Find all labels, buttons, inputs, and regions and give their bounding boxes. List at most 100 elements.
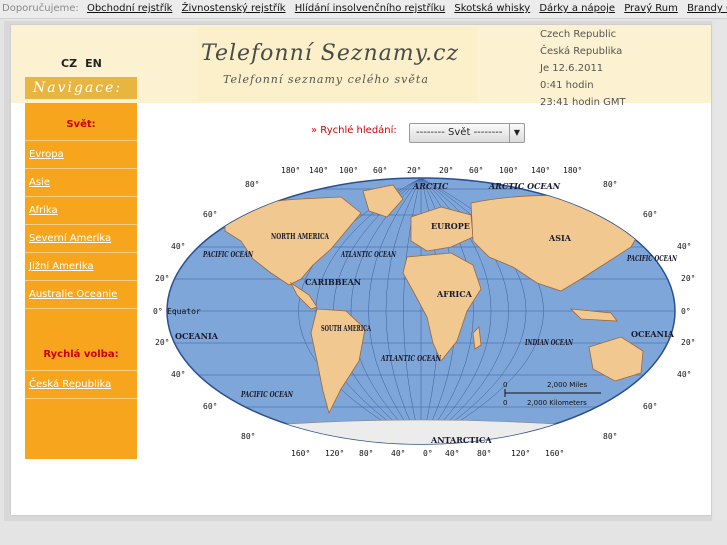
info-line: Je 12.6.2011	[540, 63, 604, 74]
info-line: Czech Republic	[540, 29, 617, 40]
region-label: PACIFIC OCEAN	[240, 389, 293, 399]
region-label: SOUTH AMERICA	[321, 323, 371, 333]
lon-top-label: 100°	[339, 166, 358, 175]
lon-top-label: 20°	[439, 166, 453, 175]
lat-left-label: 20°	[155, 338, 169, 347]
lat-left-label: 40°	[171, 370, 185, 379]
sidebar: Svět: Evropa Asie Afrika Severní Amerika…	[25, 103, 137, 459]
lon-bottom-label: 80°	[477, 449, 491, 458]
lon-bottom-label: 40°	[445, 449, 459, 458]
lon-top-label: 60°	[373, 166, 387, 175]
world-select[interactable]: -------- Svět -------- ▼	[409, 123, 525, 143]
new-zealand-shape	[650, 378, 660, 396]
site-logo[interactable]: Telefonní Seznamy.cz Telefonní seznamy c…	[197, 27, 477, 101]
lat-right-label: 80°	[603, 180, 617, 189]
region-label: EUROPE	[431, 221, 470, 231]
lon-top-label: 100°	[499, 166, 518, 175]
scale-label: 0	[503, 399, 507, 407]
lang-en-link[interactable]: EN	[85, 57, 102, 70]
sidebar-item-ceska-republika[interactable]: Česká Republika	[25, 371, 137, 399]
lon-bottom-label: 120°	[511, 449, 530, 458]
lat-right-label: 60°	[643, 210, 657, 219]
lat-right-label: 60°	[643, 402, 657, 411]
sidebar-item-asie[interactable]: Asie	[25, 169, 137, 197]
equator-label: Equator	[167, 307, 201, 316]
lon-top-label: 140°	[531, 166, 550, 175]
lat-right-label: 0°	[681, 307, 691, 316]
sidebar-item-jizni-amerika[interactable]: Jižní Amerika	[25, 253, 137, 281]
lon-top-label: 140°	[309, 166, 328, 175]
logo-title: Telefonní Seznamy.cz	[201, 41, 460, 66]
lon-bottom-label: 160°	[545, 449, 564, 458]
quick-search-label: » Rychlé hledání:	[311, 125, 397, 136]
region-label: OCEANIA	[175, 331, 219, 341]
lon-bottom-label: 80°	[359, 449, 373, 458]
location-info: Czech Republic Česká Republika Je 12.6.2…	[540, 26, 626, 111]
recommend-link[interactable]: Brandy Cognac	[687, 3, 727, 14]
recommend-label: Doporučujeme:	[2, 3, 79, 14]
quick-heading: Rychlá volba:	[25, 309, 137, 371]
lat-left-label: 20°	[155, 274, 169, 283]
info-line: 0:41 hodin	[540, 80, 594, 91]
recommend-link[interactable]: Živnostenský rejstřík	[182, 3, 286, 14]
lon-top-label: 180°	[563, 166, 582, 175]
region-label: CARIBBEAN	[305, 277, 361, 287]
lat-right-label: 40°	[677, 242, 691, 251]
lon-top-label: 20°	[407, 166, 421, 175]
lat-left-label: 40°	[171, 242, 185, 251]
scale-label: 2,000 Kilometers	[527, 399, 587, 407]
lon-top-label: 60°	[469, 166, 483, 175]
sidebar-item-evropa[interactable]: Evropa	[25, 141, 137, 169]
sidebar-item-severni-amerika[interactable]: Severní Amerika	[25, 225, 137, 253]
recommend-link[interactable]: Dárky a nápoje	[539, 3, 615, 14]
lat-right-label: 80°	[603, 432, 617, 441]
lon-bottom-label: 0°	[423, 449, 433, 458]
lon-bottom-label: 160°	[291, 449, 310, 458]
lat-left-label: 80°	[241, 432, 255, 441]
region-label: ASIA	[548, 233, 572, 243]
lat-right-label: 20°	[681, 274, 695, 283]
sidebar-item-australie-oceanie[interactable]: Australie Oceanie	[25, 281, 137, 309]
recommend-link[interactable]: Obchodní rejstřík	[87, 3, 172, 14]
lang-cz-link[interactable]: CZ	[61, 57, 77, 70]
page-frame: CZ EN Navigace: Telefonní Seznamy.cz Tele…	[4, 21, 712, 521]
navigace-heading: Navigace:	[25, 77, 137, 99]
world-select-value: -------- Svět --------	[416, 127, 503, 138]
lat-right-label: 20°	[681, 338, 695, 347]
header: CZ EN Navigace: Telefonní Seznamy.cz Tele…	[11, 25, 711, 108]
lat-left-label: 60°	[203, 210, 217, 219]
recommend-link[interactable]: Hlídání insolvenčního rejstříku	[295, 3, 445, 14]
region-label: ARCTIC OCEAN	[488, 181, 561, 191]
region-label: AFRICA	[436, 289, 473, 299]
lon-top-label: 180°	[281, 166, 300, 175]
logo-subtitle: Telefonní seznamy celého světa	[223, 73, 429, 86]
region-label: NORTH AMERICA	[271, 231, 330, 241]
scale-label: 2,000 Miles	[547, 381, 588, 389]
sidebar-item-afrika[interactable]: Afrika	[25, 197, 137, 225]
recommend-link[interactable]: Pravý Rum	[624, 3, 678, 14]
lon-bottom-label: 120°	[325, 449, 344, 458]
region-label: PACIFIC OCEAN	[626, 253, 677, 263]
region-label: ATLANTIC OCEAN	[340, 249, 396, 259]
chevron-down-icon[interactable]: ▼	[509, 124, 524, 142]
world-heading: Svět:	[25, 103, 137, 141]
lat-left-label: 0°	[153, 307, 163, 316]
region-label: ARCTIC	[412, 181, 449, 191]
scrollbar[interactable]	[715, 20, 727, 520]
info-line: Česká Republika	[540, 46, 623, 57]
recommend-bar: Doporučujeme: Obchodní rejstřík Živnoste…	[0, 0, 727, 19]
recommend-link[interactable]: Skotská whisky	[454, 3, 530, 14]
info-line: 23:41 hodin GMT	[540, 97, 626, 108]
region-label: ATLANTIC OCEAN	[380, 353, 441, 363]
lon-bottom-label: 40°	[391, 449, 405, 458]
region-label: PACIFIC OCEAN	[202, 249, 253, 259]
world-map[interactable]: 180° 140° 100° 60° 20° 20° 60° 100° 140°…	[141, 161, 701, 461]
lat-right-label: 40°	[677, 370, 691, 379]
region-label: ANTARCTICA	[430, 435, 492, 445]
region-label: OCEANIA	[631, 329, 675, 339]
region-label: INDIAN OCEAN	[524, 337, 573, 347]
language-switch: CZ EN	[61, 57, 110, 70]
page-content: CZ EN Navigace: Telefonní Seznamy.cz Tele…	[10, 24, 712, 516]
scale-label: 0	[503, 381, 507, 389]
lat-left-label: 60°	[203, 402, 217, 411]
